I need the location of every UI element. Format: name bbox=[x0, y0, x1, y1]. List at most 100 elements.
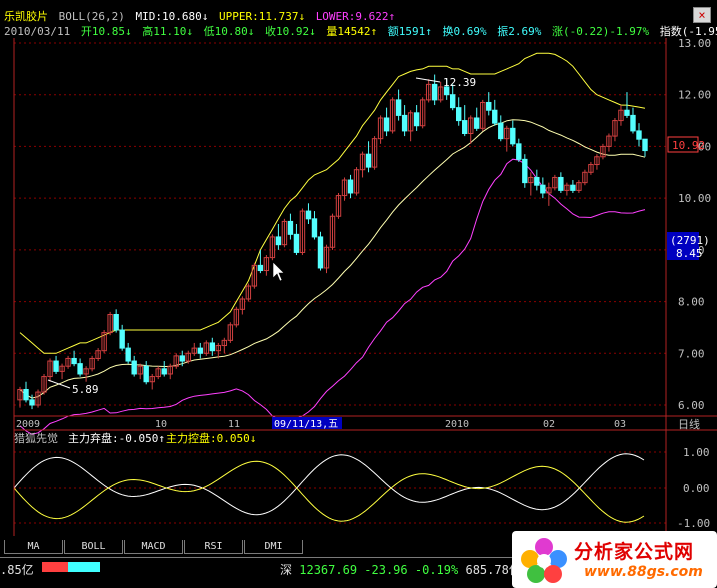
price-tick-label: 10.00 bbox=[678, 192, 711, 205]
indicator-panel-name[interactable]: 猎狐先觉 bbox=[14, 431, 58, 445]
candle-body bbox=[558, 176, 564, 191]
market-index: 12367.69 bbox=[299, 563, 358, 577]
flower-logo-icon bbox=[521, 538, 567, 583]
candle-body bbox=[486, 101, 492, 111]
indicator-line-1 bbox=[13, 453, 645, 516]
candle-body bbox=[395, 99, 402, 116]
candle-body bbox=[510, 127, 516, 145]
status-volume-bar bbox=[42, 562, 100, 572]
market-index-status: 深 12367.69 -23.96 -0.19% 685.78亿 bbox=[280, 561, 521, 578]
candle-body bbox=[143, 365, 149, 383]
candle-body bbox=[456, 107, 462, 122]
count-label: (2791) bbox=[670, 234, 710, 247]
candle-body bbox=[642, 138, 648, 152]
candle-body bbox=[293, 233, 300, 253]
boll-upper-line bbox=[19, 52, 646, 354]
date-cursor-label: 09/11/13,五 bbox=[274, 419, 338, 430]
candle-body bbox=[23, 388, 29, 401]
price-tick-label: 13.00 bbox=[678, 37, 711, 50]
arrow-cursor-icon bbox=[272, 261, 285, 282]
candle-body bbox=[534, 176, 540, 186]
candle-body bbox=[77, 363, 83, 375]
candle-body bbox=[197, 347, 203, 354]
logo-url: www.88gs.com bbox=[584, 564, 703, 580]
candle-body bbox=[53, 360, 59, 372]
candle-body bbox=[636, 130, 642, 140]
date-label-2010: 2010 bbox=[445, 419, 469, 430]
market-pct: -0.19% bbox=[414, 563, 459, 577]
candle-body bbox=[305, 210, 312, 220]
site-logo: 分析家公式网 www.88gs.com bbox=[512, 531, 717, 588]
price-tick-label: 7.00 bbox=[678, 347, 705, 360]
tab-boll[interactable]: BOLL bbox=[64, 540, 123, 554]
candle-body bbox=[347, 179, 354, 194]
price-axis-ticks: 13.0012.0011.0010.009.008.007.006.00 bbox=[678, 37, 711, 412]
candle-body bbox=[516, 143, 522, 160]
candle-body bbox=[209, 342, 216, 352]
logo-text: 分析家公式网 bbox=[574, 541, 695, 563]
candle-body bbox=[179, 355, 185, 362]
trading-window: 乐凯胶片 BOLL(26,2) MID:10.680↓ UPPER:11.737… bbox=[0, 0, 717, 588]
candle-body bbox=[498, 122, 504, 140]
ind-tick-1: 1.00 bbox=[683, 446, 710, 459]
candle-body bbox=[257, 264, 264, 272]
ind-tick-0: 0.00 bbox=[683, 482, 710, 495]
candle-body bbox=[113, 314, 119, 331]
candle-body bbox=[287, 220, 294, 235]
candles bbox=[17, 74, 648, 410]
candle-body bbox=[311, 218, 318, 238]
candle-body bbox=[431, 83, 438, 101]
high-annotation: 12.39 bbox=[443, 76, 476, 89]
indicator-axis: 1.00 0.00 -1.00 bbox=[677, 446, 710, 530]
high-annotation-line bbox=[415, 77, 441, 83]
indicator-header: 猎狐先觉 主力弃盘:-0.050↑ 主力控盘:0.050↓ bbox=[14, 431, 256, 445]
price-tick-label: 12.00 bbox=[678, 89, 711, 102]
status-left-amount: .85亿 bbox=[0, 563, 34, 577]
count-value: 8.45 bbox=[676, 247, 703, 260]
candle-body bbox=[413, 112, 420, 127]
tab-ma[interactable]: MA bbox=[4, 540, 63, 554]
candle-body bbox=[624, 109, 630, 116]
candle-body bbox=[492, 109, 498, 124]
candle-body bbox=[71, 357, 77, 365]
price-chart[interactable]: 13.0012.0011.0010.009.008.007.006.00 10.… bbox=[0, 0, 717, 540]
date-label-2009: 2009 bbox=[16, 419, 40, 430]
indicator-line2-value: 主力控盘:0.050↓ bbox=[166, 431, 256, 445]
price-tick-label: 6.00 bbox=[678, 399, 705, 412]
candle-body bbox=[540, 184, 546, 194]
candle-body bbox=[630, 114, 636, 132]
indicator-line-2 bbox=[13, 460, 645, 523]
candle-body bbox=[474, 117, 480, 129]
candle-body bbox=[383, 117, 390, 132]
candle-body bbox=[365, 153, 372, 168]
ind-tick-neg1: -1.00 bbox=[677, 517, 710, 530]
candle-body bbox=[570, 184, 576, 191]
date-label-02: 02 bbox=[543, 419, 555, 430]
period-label[interactable]: 日线 bbox=[678, 417, 700, 431]
candle-body bbox=[119, 329, 125, 349]
tab-dmi[interactable]: DMI bbox=[244, 540, 303, 554]
candle-body bbox=[317, 236, 324, 269]
tab-macd[interactable]: MACD bbox=[124, 540, 183, 554]
candle-body bbox=[161, 368, 167, 375]
candle-body bbox=[401, 114, 408, 132]
tab-rsi[interactable]: RSI bbox=[184, 540, 243, 554]
indicator-line1-value: 主力弃盘:-0.050↑ bbox=[68, 431, 165, 445]
chart-grid bbox=[14, 42, 666, 524]
price-tick-label: 8.00 bbox=[678, 296, 705, 309]
indicator-tabs: MA BOLL MACD RSI DMI bbox=[4, 540, 304, 554]
candle-body bbox=[125, 347, 131, 362]
market-change: -23.96 bbox=[364, 563, 408, 577]
date-label-10: 10 bbox=[155, 419, 167, 430]
boll-lower-line bbox=[19, 158, 646, 435]
date-label-11: 11 bbox=[228, 419, 240, 430]
current-price: 10.92 bbox=[672, 139, 705, 152]
candle-body bbox=[522, 158, 528, 184]
candle-body bbox=[449, 94, 456, 109]
candle-body bbox=[462, 120, 468, 134]
candle-body bbox=[131, 360, 137, 375]
candle-body bbox=[29, 399, 35, 406]
candle-body bbox=[275, 236, 282, 246]
low-annotation: 5.89 bbox=[72, 383, 99, 396]
date-axis: 2009 10 11 09/11/13,五 2010 02 03 日线 bbox=[16, 417, 700, 431]
